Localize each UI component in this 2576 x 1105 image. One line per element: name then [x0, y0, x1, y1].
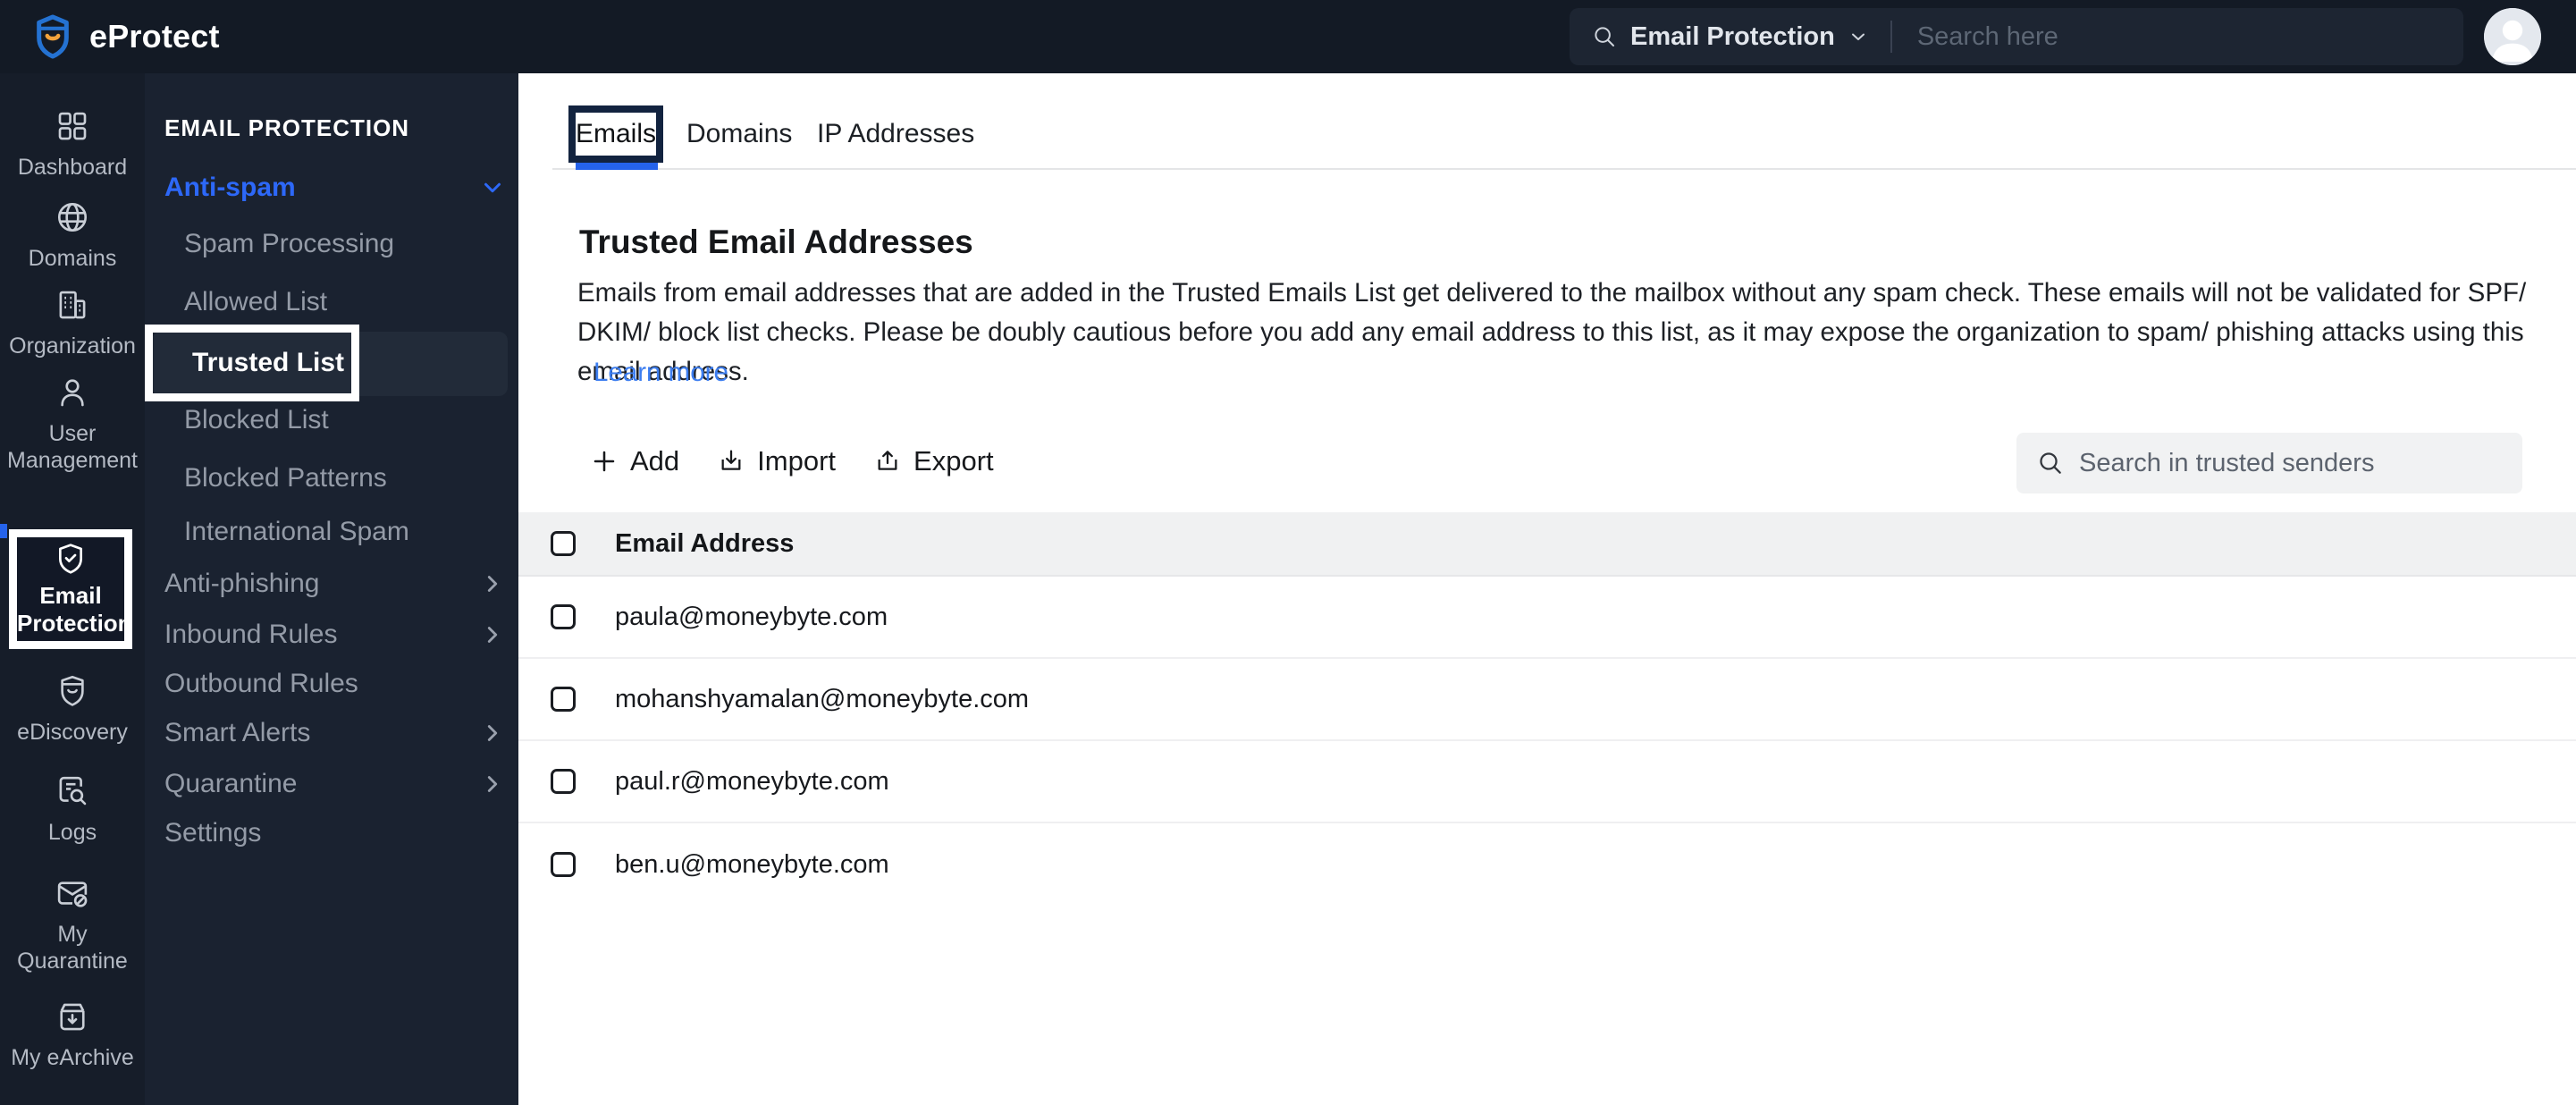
sidebar-item-my-quarantine[interactable]: My Quarantine: [0, 874, 145, 974]
sidebar-item-my-earchive[interactable]: My eArchive: [0, 998, 145, 1071]
search-icon: [1591, 23, 1618, 50]
page-title: Trusted Email Addresses: [579, 224, 973, 260]
sidebar-item-email-protection[interactable]: Email Protection: [9, 529, 132, 649]
sidebar-item-label: My eArchive: [11, 1045, 134, 1070]
app-logo-shield-icon: [32, 13, 73, 60]
nav-item-settings[interactable]: Settings: [164, 815, 261, 851]
sidebar-item-label: eDiscovery: [17, 720, 128, 745]
column-header-email-address: Email Address: [615, 528, 795, 558]
nav-item-allowed-list[interactable]: Allowed List: [184, 284, 327, 320]
table-row[interactable]: mohanshyamalan@moneybyte.com: [518, 659, 2576, 741]
sidebar-item-user-management[interactable]: User Management: [0, 374, 145, 474]
chevron-right-icon[interactable]: [479, 720, 506, 747]
globe-icon: [54, 198, 91, 236]
email-address-cell: paula@moneybyte.com: [615, 602, 888, 631]
organization-building-icon: [54, 286, 91, 324]
app-brand: eProtect: [32, 0, 220, 73]
table-row[interactable]: paul.r@moneybyte.com: [518, 741, 2576, 823]
nav-item-smart-alerts[interactable]: Smart Alerts: [164, 715, 310, 751]
nav-item-blocked-list[interactable]: Blocked List: [184, 402, 329, 438]
main-content-area: Emails Domains IP Addresses Trusted Emai…: [518, 73, 2576, 1105]
nav-item-quarantine[interactable]: Quarantine: [164, 766, 297, 802]
sidebar-item-label: Dashboard: [17, 155, 128, 180]
plus-icon: [590, 447, 619, 476]
primary-sidebar-rail: Dashboard Domains Organization User Mana…: [0, 73, 145, 1105]
chevron-down-icon[interactable]: [479, 174, 506, 201]
sidebar-item-label: User Management: [7, 421, 138, 473]
import-button[interactable]: Import: [717, 445, 836, 477]
page-description: Emails from email addresses that are add…: [577, 278, 2527, 386]
shield-check-icon: [53, 541, 88, 577]
top-header-bar: eProtect Email Protection: [0, 0, 2576, 73]
sidebar-item-dashboard[interactable]: Dashboard: [0, 107, 145, 181]
tab-domains[interactable]: Domains: [686, 105, 792, 163]
tab-emails[interactable]: Emails: [568, 105, 663, 163]
quarantine-mail-icon: [54, 874, 91, 912]
chevron-right-icon[interactable]: [479, 771, 506, 797]
sidebar-item-label: Logs: [47, 820, 97, 845]
trusted-senders-search[interactable]: [2016, 433, 2522, 493]
tab-label: Emails: [576, 119, 657, 148]
sidebar-item-organization[interactable]: Organization: [0, 286, 145, 359]
row-checkbox[interactable]: [551, 769, 576, 794]
nav-item-international-spam[interactable]: International Spam: [184, 514, 409, 550]
import-icon: [717, 447, 745, 476]
export-button[interactable]: Export: [873, 445, 994, 477]
logs-document-search-icon: [54, 772, 91, 810]
chevron-down-icon[interactable]: [1848, 26, 1869, 47]
email-address-cell: paul.r@moneybyte.com: [615, 766, 889, 796]
row-checkbox[interactable]: [551, 687, 576, 712]
export-icon: [873, 447, 902, 476]
sidebar-item-label: My Quarantine: [17, 922, 128, 974]
active-tab-underline: [576, 163, 658, 170]
list-toolbar: Add Import Export: [590, 440, 1031, 483]
chevron-right-icon[interactable]: [479, 621, 506, 648]
search-icon: [2036, 449, 2065, 477]
ediscovery-shield-icon: [54, 672, 91, 710]
sidebar-item-label: Domains: [28, 246, 117, 271]
app-name: eProtect: [89, 18, 220, 55]
archive-box-icon: [54, 998, 91, 1035]
nav-item-spam-processing[interactable]: Spam Processing: [184, 226, 394, 262]
table-header-row: Email Address: [518, 512, 2576, 577]
email-protection-nav-panel: EMAIL PROTECTION Anti-spam Spam Processi…: [145, 73, 518, 1105]
user-icon: [54, 374, 91, 411]
nav-item-trusted-list[interactable]: Trusted List: [145, 325, 359, 401]
search-divider: [1890, 21, 1892, 53]
table-row[interactable]: ben.u@moneybyte.com: [518, 823, 2576, 906]
chevron-right-icon[interactable]: [479, 570, 506, 597]
active-rail-indicator: [0, 524, 7, 538]
learn-more-link[interactable]: Learn more: [593, 358, 728, 388]
nav-item-outbound-rules[interactable]: Outbound Rules: [164, 666, 358, 702]
nav-item-anti-phishing[interactable]: Anti-phishing: [164, 566, 319, 602]
search-scope-selector[interactable]: Email Protection: [1630, 22, 1835, 52]
user-avatar[interactable]: [2484, 8, 2541, 65]
table-row[interactable]: paula@moneybyte.com: [518, 577, 2576, 659]
trusted-emails-table: Email Address paula@moneybyte.com mohans…: [518, 512, 2576, 906]
global-search-input[interactable]: [1916, 21, 2442, 52]
trusted-senders-search-input[interactable]: [2079, 448, 2503, 478]
dashboard-grid-icon: [54, 107, 91, 145]
nav-item-anti-spam[interactable]: Anti-spam: [164, 170, 296, 206]
tab-ip-addresses[interactable]: IP Addresses: [817, 105, 974, 163]
sidebar-item-ediscovery[interactable]: eDiscovery: [0, 672, 145, 746]
tabs-bottom-rule: [552, 168, 2576, 170]
sidebar-item-label: Organization: [9, 333, 136, 358]
row-checkbox[interactable]: [551, 852, 576, 877]
select-all-checkbox[interactable]: [551, 531, 576, 556]
email-address-cell: mohanshyamalan@moneybyte.com: [615, 684, 1030, 713]
sidebar-item-domains[interactable]: Domains: [0, 198, 145, 272]
nav-item-blocked-patterns[interactable]: Blocked Patterns: [184, 460, 387, 496]
global-search-bar[interactable]: Email Protection: [1570, 8, 2463, 65]
sidebar-item-label: Email Protection: [17, 582, 132, 637]
nav-section-title: EMAIL PROTECTION: [164, 114, 410, 141]
nav-item-inbound-rules[interactable]: Inbound Rules: [164, 617, 337, 653]
sidebar-item-logs[interactable]: Logs: [0, 772, 145, 846]
add-button[interactable]: Add: [590, 445, 679, 477]
row-checkbox[interactable]: [551, 604, 576, 629]
email-address-cell: ben.u@moneybyte.com: [615, 849, 889, 879]
